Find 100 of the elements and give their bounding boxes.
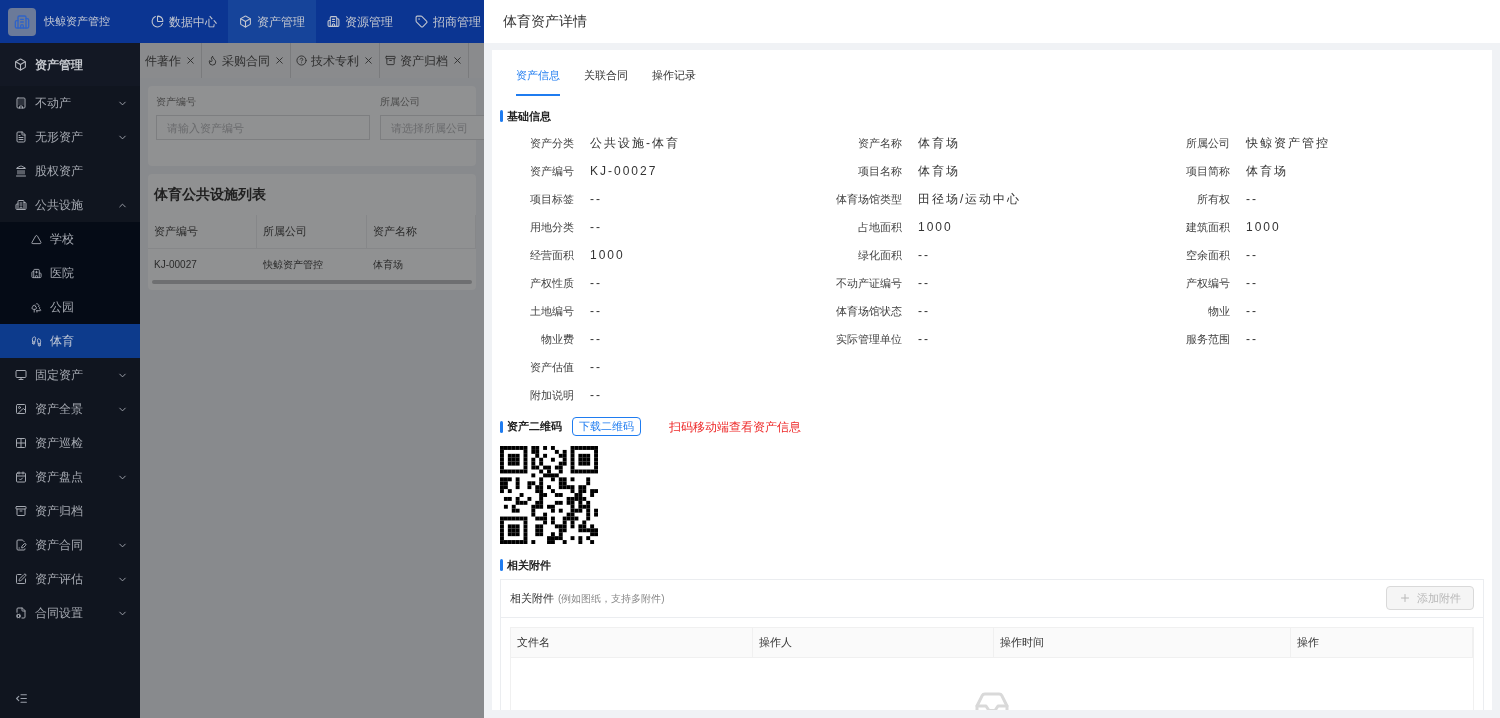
field-label: 空余面积	[1185, 248, 1230, 262]
cube-icon	[14, 58, 27, 71]
sidebar-item[interactable]: 资产归档	[0, 494, 140, 528]
field-label: 资产名称	[857, 136, 902, 150]
field-value: --	[590, 220, 602, 234]
sidebar-item[interactable]: 固定资产	[0, 358, 140, 392]
tab-icon	[207, 55, 218, 66]
field-value: 田径场/运动中心	[918, 192, 1022, 206]
close-icon	[185, 55, 196, 66]
sidebar-item[interactable]: 资产合同	[0, 528, 140, 562]
submenu-item[interactable]: 学校	[0, 222, 140, 256]
table-cell-text: 快鲸资产管控	[262, 257, 325, 272]
sidebar-item[interactable]: 合同设置	[0, 596, 140, 630]
submenu-item[interactable]: 公园	[0, 290, 140, 324]
page-tab[interactable]: 资产归档	[380, 43, 469, 78]
field-label: 实际管理单位	[835, 332, 902, 346]
field-value: 1000	[590, 248, 625, 262]
sidebar-title: 资产管理	[35, 56, 83, 74]
field-label: 物业	[1207, 304, 1230, 318]
field-label: 资产分类	[529, 136, 574, 150]
collapse-menu-icon[interactable]	[15, 691, 28, 705]
detail-tab[interactable]: 关联合同	[584, 67, 628, 96]
column-header: 操作	[1291, 627, 1473, 657]
field-label: 资产编号	[529, 164, 574, 178]
menu-icon	[15, 505, 27, 517]
page-tab[interactable]: 技术专利	[291, 43, 380, 78]
field-value: 体育场	[918, 136, 960, 150]
field-label: 体育场馆状态	[835, 304, 902, 318]
table-cell-text: KJ-00027	[153, 257, 198, 272]
field-value: --	[918, 248, 930, 262]
field-value: KJ-00027	[590, 164, 658, 178]
sidebar-item[interactable]: 资产评估	[0, 562, 140, 596]
nav-tab[interactable]: 资源管理	[316, 0, 404, 43]
submenu-item[interactable]: 医院	[0, 256, 140, 290]
field-value: 1000	[1246, 220, 1281, 234]
field-label: 产权编号	[1185, 276, 1230, 290]
close-icon	[452, 55, 463, 66]
column-header: 操作时间	[994, 627, 1291, 657]
detail-tab[interactable]: 资产信息	[516, 67, 560, 96]
field-label: 不动产证编号	[835, 276, 902, 290]
menu-icon	[15, 573, 27, 585]
field-value: --	[590, 192, 602, 206]
column-header: 资产编号	[148, 215, 258, 248]
sidebar-item[interactable]: 资产盘点	[0, 460, 140, 494]
submenu-icon	[31, 233, 42, 245]
scan-hint: 扫码移动端查看资产信息	[669, 418, 801, 436]
sidebar-item[interactable]: 股权资产	[0, 154, 140, 188]
field-value: --	[590, 388, 602, 402]
field-label: 资产估值	[529, 360, 574, 374]
field-value: --	[590, 332, 602, 346]
menu-icon	[15, 131, 27, 143]
download-qr-button[interactable]: 下载二维码	[572, 417, 641, 436]
brand-name: 快鲸资产管控	[44, 14, 110, 30]
field-label: 建筑面积	[1185, 220, 1230, 234]
nav-icon	[239, 15, 252, 28]
field-value: 体育场	[1246, 164, 1288, 178]
page-tab[interactable]: 件著作	[140, 43, 202, 78]
field-value: --	[1246, 304, 1258, 318]
field-label: 附加说明	[529, 388, 574, 402]
field-value: --	[918, 332, 930, 346]
field-label: 所属公司	[1185, 136, 1230, 150]
logo-icon	[8, 7, 36, 36]
plus-icon	[1399, 592, 1411, 604]
field-label: 体育场馆类型	[835, 192, 902, 206]
filter-label: 所属公司	[380, 95, 421, 109]
filter-label: 资产编号	[156, 95, 197, 109]
tab-icon	[385, 55, 396, 66]
submenu-icon	[31, 335, 42, 347]
field-label: 绿化面积	[857, 248, 902, 262]
nav-tab[interactable]: 数据中心	[140, 0, 228, 43]
sidebar-item[interactable]: 不动产	[0, 86, 140, 120]
section-title: 基础信息	[507, 108, 551, 124]
nav-tab[interactable]: 招商管理	[404, 0, 484, 43]
scrollbar[interactable]	[152, 279, 472, 284]
sidebar-item[interactable]: 资产巡检	[0, 426, 140, 460]
nav-icon	[415, 15, 428, 28]
menu-icon	[15, 607, 27, 619]
page-tab[interactable]: 采购合同	[202, 43, 291, 78]
field-value: --	[590, 360, 602, 374]
menu-icon	[15, 369, 27, 381]
submenu-item[interactable]: 体育	[0, 324, 140, 358]
section-marker	[500, 420, 503, 433]
section-title: 相关附件	[507, 558, 551, 573]
column-header: 操作人	[753, 627, 994, 657]
sidebar-item[interactable]: 无形资产	[0, 120, 140, 154]
submenu-icon	[31, 267, 42, 279]
sidebar-item[interactable]: 公共设施	[0, 188, 140, 222]
nav-tab[interactable]: 资产管理	[228, 0, 316, 43]
field-label: 用地分类	[529, 220, 574, 234]
nav-icon	[327, 15, 340, 28]
field-value: --	[918, 304, 930, 318]
menu-icon	[15, 199, 27, 211]
sidebar-item[interactable]: 资产全景	[0, 392, 140, 426]
menu-icon	[15, 403, 27, 415]
field-value: --	[590, 304, 602, 318]
detail-tab[interactable]: 操作记录	[652, 67, 696, 96]
field-label: 项目简称	[1185, 164, 1230, 178]
field-label: 所有权	[1196, 192, 1230, 206]
field-label: 经营面积	[529, 248, 574, 262]
column-header: 所属公司	[257, 215, 367, 248]
